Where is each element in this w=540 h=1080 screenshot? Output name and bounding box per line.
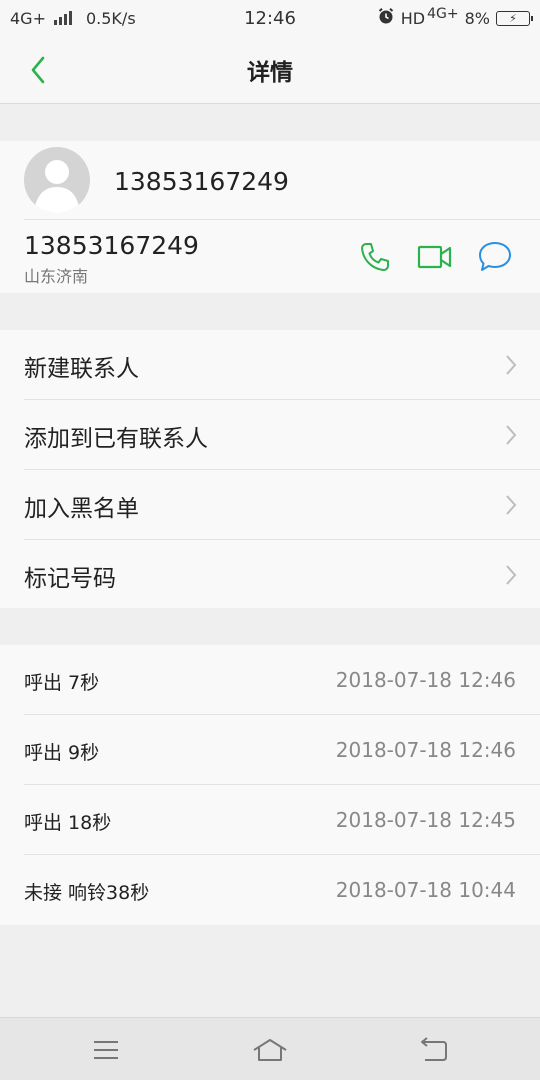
menu-item-mark-number[interactable]: 标记号码: [0, 540, 540, 608]
call-time: 2018-07-18 12:46: [335, 738, 516, 762]
battery-icon: ⚡: [496, 10, 533, 26]
call-time: 2018-07-18 12:46: [335, 668, 516, 692]
signal-icon: [53, 11, 72, 25]
call-type: 呼出 18秒: [24, 812, 112, 834]
chat-bubble-icon: [479, 242, 511, 271]
home-button[interactable]: [250, 1034, 290, 1066]
menu-item-label: 添加到已有联系人: [24, 426, 208, 452]
system-nav-bar: [0, 1017, 540, 1080]
alarm-icon: [377, 7, 395, 29]
back-button[interactable]: [18, 52, 58, 88]
title-bar: 详情: [0, 36, 540, 104]
call-type: 未接 响铃38秒: [24, 882, 150, 904]
chevron-left-icon: [31, 56, 45, 84]
contact-name: 13853167249: [114, 167, 289, 196]
chevron-right-icon: [506, 565, 517, 585]
menu-button[interactable]: [86, 1034, 126, 1066]
divider: [24, 219, 540, 220]
menu-item-label: 加入黑名单: [24, 496, 139, 522]
menu-item-label: 新建联系人: [24, 356, 139, 382]
page-title: 详情: [247, 59, 293, 86]
home-icon: [253, 1039, 287, 1061]
call-log-item: 呼出 18秒 2018-07-18 12:45: [0, 785, 540, 855]
person-icon: [34, 160, 80, 213]
menu-item-label: 标记号码: [24, 566, 116, 592]
hamburger-menu-icon: [94, 1041, 118, 1059]
phone-number[interactable]: 13853167249: [24, 231, 199, 260]
menu-item-new-contact[interactable]: 新建联系人: [0, 330, 540, 400]
battery-percent: 8%: [464, 8, 490, 28]
status-bar: 4G+ 0.5K/s 12:46 HD 4G+ 8% ⚡: [0, 0, 540, 36]
network-speed: 0.5K/s: [85, 8, 136, 28]
chevron-right-icon: [506, 495, 517, 515]
call-log-item: 未接 响铃38秒 2018-07-18 10:44: [0, 855, 540, 925]
message-button[interactable]: [475, 239, 515, 275]
contact-card: 13853167249 13853167249 山东济南: [0, 141, 540, 293]
call-log-item: 呼出 7秒 2018-07-18 12:46: [0, 645, 540, 715]
phone-icon: [361, 243, 389, 271]
menu-item-blacklist[interactable]: 加入黑名单: [0, 470, 540, 540]
avatar: [24, 147, 90, 213]
call-type: 呼出 7秒: [24, 672, 100, 694]
chevron-right-icon: [506, 425, 517, 445]
chevron-right-icon: [506, 355, 517, 375]
actions-list: 新建联系人 添加到已有联系人 加入黑名单 标记号码: [0, 330, 540, 608]
video-icon: [417, 245, 452, 269]
call-log-item: 呼出 9秒 2018-07-18 12:46: [0, 715, 540, 785]
call-type: 呼出 9秒: [24, 742, 100, 764]
network-indicator-right: 4G+: [427, 6, 459, 22]
back-nav-button[interactable]: [414, 1034, 454, 1066]
number-location: 山东济南: [24, 267, 89, 286]
call-time: 2018-07-18 12:45: [335, 808, 516, 832]
menu-item-add-to-existing[interactable]: 添加到已有联系人: [0, 400, 540, 470]
network-indicator: 4G+: [10, 8, 46, 28]
return-icon: [421, 1037, 447, 1061]
call-button[interactable]: [355, 239, 395, 275]
call-time: 2018-07-18 10:44: [335, 878, 516, 902]
video-call-button[interactable]: [415, 239, 455, 275]
call-log-list: 呼出 7秒 2018-07-18 12:46 呼出 9秒 2018-07-18 …: [0, 645, 540, 925]
hd-indicator: HD: [400, 8, 426, 28]
